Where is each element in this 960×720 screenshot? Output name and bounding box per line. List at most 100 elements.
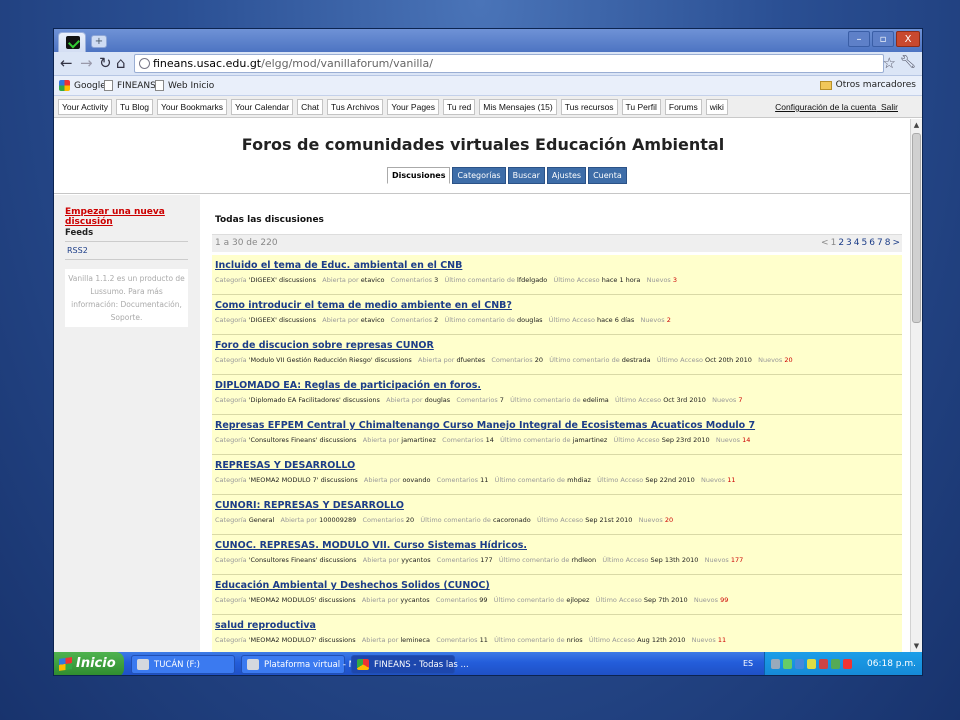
url-bar[interactable]: fineans.usac.edu.gt/elgg/mod/vanillaforu…: [134, 54, 884, 73]
scroll-thumb[interactable]: [912, 133, 921, 323]
forum-tab[interactable]: Buscar: [507, 167, 545, 184]
vertical-scrollbar[interactable]: ▲ ▼: [910, 119, 922, 652]
taskbar-button-platform[interactable]: Plataforma virtual - M...: [241, 655, 364, 674]
site-toolbar-link[interactable]: Your Pages: [387, 99, 440, 115]
bookmark-google[interactable]: Google: [59, 80, 106, 91]
bookmark-star-icon[interactable]: ☆: [883, 54, 896, 72]
forum-tab[interactable]: Cuenta: [588, 167, 627, 184]
site-toolbar-link[interactable]: Tu red: [443, 99, 476, 115]
thread-title-link[interactable]: Incluido el tema de Educ. ambiental en e…: [215, 260, 902, 271]
thread-title-link[interactable]: REPRESAS Y DESARROLLO: [215, 460, 902, 471]
other-bookmarks[interactable]: Otros marcadores: [819, 80, 916, 90]
new-tab-button[interactable]: +: [91, 35, 107, 48]
site-toolbar-link[interactable]: Chat: [297, 99, 324, 115]
site-toolbar-link[interactable]: Your Activity: [58, 99, 112, 115]
system-tray: ES 06:18 p.m.: [743, 652, 922, 675]
divider: [65, 259, 188, 260]
meta-label: Abierta por: [386, 396, 423, 404]
forum-tab[interactable]: Discusiones: [387, 167, 451, 184]
pagination: <1 2 3 4 5 6 7 8 >: [821, 238, 900, 248]
close-button[interactable]: X: [896, 31, 920, 47]
thread-title-link[interactable]: CUNORI: REPRESAS Y DESARROLLO: [215, 500, 902, 511]
page-link[interactable]: 8: [885, 238, 891, 248]
thread-title-link[interactable]: Foro de discucion sobre represas CUNOR: [215, 340, 902, 351]
meta-last-commenter: mhdiaz: [567, 476, 591, 484]
start-button[interactable]: Inicio: [54, 652, 124, 675]
meta-last-commenter: douglas: [517, 316, 543, 324]
page-link[interactable]: 7: [877, 238, 883, 248]
meta-new-count: 2: [666, 316, 671, 324]
tray-icon[interactable]: [783, 659, 792, 669]
meta-label: Abierta por: [361, 636, 399, 644]
language-indicator[interactable]: ES: [743, 659, 753, 668]
meta-label: Categoría: [215, 316, 247, 324]
sidebar: Empezar una nueva discusión Feeds RSS2 V…: [54, 195, 200, 652]
home-icon[interactable]: ⌂: [116, 55, 126, 72]
site-toolbar-link[interactable]: Your Bookmarks: [156, 99, 228, 115]
bookmark-web-inicio[interactable]: Web Inicio: [155, 80, 214, 91]
thread-meta: Categoría 'Consultores Fineans' discussi…: [215, 436, 902, 444]
browser-tab[interactable]: [58, 32, 86, 52]
page-link[interactable]: 4: [854, 238, 860, 248]
meta-label: Último comentario de: [420, 516, 491, 524]
thread-meta: Categoría 'MEOMA2 MODULO5' discussions A…: [215, 596, 902, 604]
meta-last-commenter: nrios: [566, 636, 583, 644]
account-settings-link[interactable]: Configuración de la cuenta: [775, 102, 876, 112]
page-link[interactable]: <: [821, 238, 829, 248]
address-row: ← → ↻ ⌂ fineans.usac.edu.gt/elgg/mod/van…: [54, 52, 922, 76]
meta-comments: 99: [479, 596, 488, 604]
forward-arrow-icon[interactable]: →: [80, 55, 93, 72]
meta-comments: 7: [499, 396, 504, 404]
site-toolbar-link[interactable]: Tu Blog: [116, 99, 153, 115]
meta-new-count: 177: [730, 556, 744, 564]
page-link[interactable]: 3: [846, 238, 852, 248]
reload-icon[interactable]: ↻: [99, 55, 112, 72]
site-toolbar-link[interactable]: Tus recursos: [560, 99, 618, 115]
forum-tab[interactable]: Categorías: [452, 167, 506, 184]
thread-title-link[interactable]: CUNOC. REPRESAS. MODULO VII. Curso Siste…: [215, 540, 902, 551]
thread-meta: Categoría 'DIGEEX' discussions Abierta p…: [215, 316, 902, 324]
meta-comments: 11: [479, 636, 488, 644]
tray-icon[interactable]: [795, 659, 804, 669]
scroll-down-icon[interactable]: ▼: [912, 641, 921, 651]
forum-tab[interactable]: Ajustes: [546, 167, 587, 184]
new-discussion-link[interactable]: Empezar una nueva discusión: [65, 207, 200, 227]
meta-author: 100009289: [319, 516, 357, 524]
thread-title-link[interactable]: Represas EFPEM Central y Chimaltenango C…: [215, 420, 902, 431]
tray-icon[interactable]: [771, 659, 780, 669]
google-icon: [59, 80, 70, 91]
tray-icon[interactable]: [807, 659, 816, 669]
thread-title-link[interactable]: DIPLOMADO EA: Reglas de participación en…: [215, 380, 902, 391]
page-link[interactable]: >: [892, 238, 900, 248]
maximize-button[interactable]: ▫: [872, 31, 894, 47]
site-toolbar-link[interactable]: wiki: [705, 99, 728, 115]
back-arrow-icon[interactable]: ←: [60, 55, 73, 72]
page-link[interactable]: 5: [862, 238, 868, 248]
thread-title-link[interactable]: Como introducir el tema de medio ambient…: [215, 300, 902, 311]
taskbar-button-drive[interactable]: TUCÁN (F:): [131, 655, 235, 674]
site-toolbar-link[interactable]: Forums: [664, 99, 702, 115]
logout-link[interactable]: Salir: [881, 102, 898, 112]
rss-link[interactable]: RSS2: [67, 246, 88, 255]
bookmark-fineans[interactable]: FINEANS: [104, 80, 156, 91]
site-toolbar-link[interactable]: Tus Archivos: [327, 99, 384, 115]
thread-title-link[interactable]: salud reproductiva: [215, 620, 902, 631]
tray-icon[interactable]: [819, 659, 828, 669]
meta-label: Último Acceso: [614, 396, 662, 404]
thread-title-link[interactable]: Educación Ambiental y Deshechos Solidos …: [215, 580, 902, 591]
taskbar-button-fineans[interactable]: FINEANS - Todas las ...: [351, 655, 469, 674]
thread-row: salud reproductiva Categoría 'MEOMA2 MODU…: [212, 615, 902, 652]
minimize-button[interactable]: –: [848, 31, 870, 47]
meta-label: Último comentario de: [494, 636, 565, 644]
wrench-icon[interactable]: 🔧︎: [899, 55, 916, 70]
bookmarks-bar: Google FINEANS Web Inicio Otros marcador…: [54, 76, 922, 96]
page-link[interactable]: 2: [838, 238, 844, 248]
site-toolbar-link[interactable]: Mis Mensajes (15): [479, 99, 557, 115]
site-toolbar-link[interactable]: Your Calendar: [231, 99, 294, 115]
page-link[interactable]: 6: [869, 238, 875, 248]
tray-icon[interactable]: [831, 659, 840, 669]
site-toolbar-link[interactable]: Tu Perfil: [621, 99, 661, 115]
taskbar: Inicio TUCÁN (F:) Plataforma virtual - M…: [54, 652, 922, 675]
scroll-up-icon[interactable]: ▲: [912, 120, 921, 130]
tray-icon[interactable]: [843, 659, 852, 669]
